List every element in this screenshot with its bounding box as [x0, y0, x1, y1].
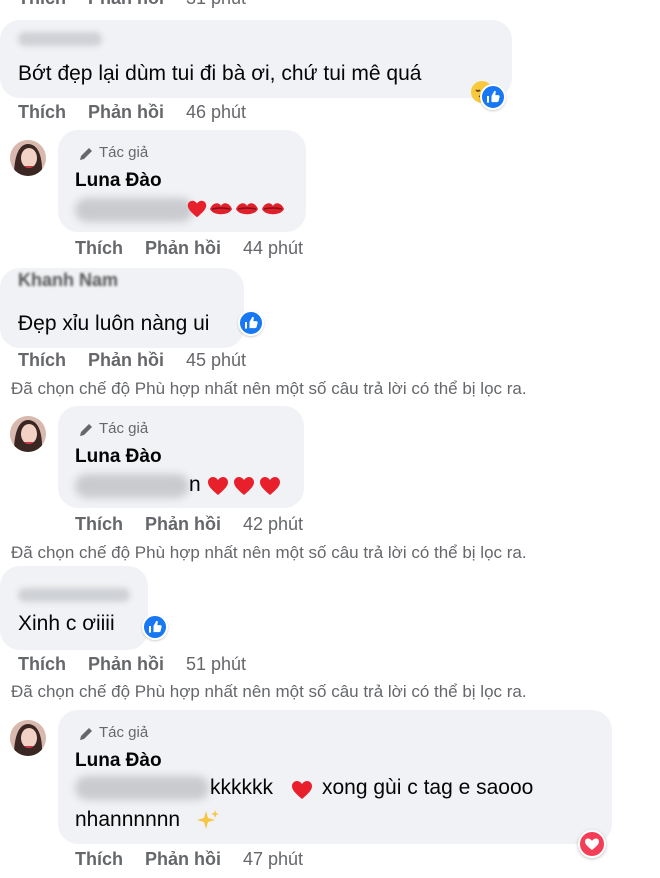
comment-bubble: Khanh Nam Đẹp xỉu luôn nàng ui: [0, 268, 244, 348]
heart-emoji: [260, 477, 280, 495]
comment-actions: Thích Phản hồi 45 phút: [18, 350, 268, 371]
heart-emoji: [234, 477, 254, 495]
pencil-icon: [80, 728, 92, 740]
comment-text: Xinh c ơiiii: [18, 612, 115, 635]
like-reaction-icon[interactable]: [480, 84, 506, 110]
heart-emoji: [208, 477, 228, 495]
comment-actions: Thích Phản hồi 51 phút: [18, 654, 268, 675]
like-action[interactable]: Thích: [18, 102, 66, 122]
filter-notice: Đã chọn chế độ Phù hợp nhất nên một số c…: [11, 543, 527, 562]
reply-text: xong gùi c tag e saooo: [322, 776, 534, 799]
reply-action[interactable]: Phản hồi: [88, 0, 164, 8]
reply-text: kkkkkk: [210, 776, 273, 799]
like-reaction-icon[interactable]: [142, 614, 168, 640]
reply-bubble: Tác giả Luna Đào kkkkkk xong gùi c tag e…: [58, 710, 612, 844]
reply-action[interactable]: Phản hồi: [145, 514, 221, 534]
blurred-mention: [75, 776, 209, 800]
comment-bubble: Bớt đẹp lại dùm tui đi bà ơi, chứ tui mê…: [0, 20, 512, 103]
pencil-icon: [80, 424, 92, 436]
kiss-mark-emoji: [262, 203, 284, 215]
blurred-commenter-name: [18, 588, 130, 602]
love-reaction-icon[interactable]: [578, 830, 606, 858]
reply-bubble: Tác giả Luna Đào: [58, 130, 306, 232]
reply-action[interactable]: Phản hồi: [88, 102, 164, 122]
author-avatar[interactable]: [10, 416, 46, 452]
like-reaction-icon[interactable]: [238, 310, 264, 336]
reply-text: n: [189, 473, 201, 496]
timestamp: 42 phút: [243, 514, 304, 534]
author-badge: Tác giả: [99, 144, 149, 161]
author-name[interactable]: Luna Đào: [75, 446, 162, 468]
sparkles-emoji: [197, 810, 219, 829]
timestamp: 51 phút: [186, 654, 247, 674]
blurred-commenter-name: [18, 32, 102, 46]
comment-actions: Thích Phản hồi 46 phút: [18, 102, 268, 123]
timestamp: 45 phút: [186, 350, 247, 370]
author-badge: Tác giả: [99, 420, 149, 437]
timestamp: 31 phút: [186, 0, 246, 8]
filter-notice: Đã chọn chế độ Phù hợp nhất nên một số c…: [11, 379, 527, 398]
reply-text: nhannnnnn: [75, 808, 181, 831]
comment-text: Đẹp xỉu luôn nàng ui: [18, 312, 210, 335]
heart-emoji: [187, 200, 207, 218]
like-action[interactable]: Thích: [18, 350, 66, 370]
author-name[interactable]: Luna Đào: [75, 750, 162, 772]
timestamp: 47 phút: [243, 849, 304, 869]
top-partial-actions: Thích Phản hồi 31 phút: [18, 0, 268, 9]
author-badge: Tác giả: [99, 724, 149, 741]
like-action[interactable]: Thích: [75, 238, 123, 258]
blurred-mention: [75, 474, 189, 498]
heart-emoji: [292, 781, 312, 799]
timestamp: 44 phút: [243, 238, 304, 258]
reply-actions: Thích Phản hồi 44 phút: [75, 238, 325, 259]
blurred-mention: [75, 198, 193, 222]
author-name[interactable]: Luna Đào: [75, 170, 162, 192]
like-action[interactable]: Thích: [18, 0, 66, 8]
partial-commenter-name: Khanh Nam: [18, 270, 119, 290]
reply-action[interactable]: Phản hồi: [145, 238, 221, 258]
reply-actions: Thích Phản hồi 42 phút: [75, 514, 325, 535]
kiss-mark-emoji: [210, 203, 232, 215]
reply-action[interactable]: Phản hồi: [88, 654, 164, 674]
like-action[interactable]: Thích: [75, 849, 123, 869]
timestamp: 46 phút: [186, 102, 247, 122]
comment-bubble: Xinh c ơiiii: [0, 566, 148, 650]
filter-notice: Đã chọn chế độ Phù hợp nhất nên một số c…: [11, 682, 527, 701]
like-action[interactable]: Thích: [18, 654, 66, 674]
like-action[interactable]: Thích: [75, 514, 123, 534]
author-avatar[interactable]: [10, 140, 46, 176]
comment-text: Bớt đẹp lại dùm tui đi bà ơi, chứ tui mê…: [18, 62, 422, 85]
reply-actions: Thích Phản hồi 47 phút: [75, 849, 325, 870]
reply-action[interactable]: Phản hồi: [88, 350, 164, 370]
reply-bubble: Tác giả Luna Đào n: [58, 406, 304, 508]
kiss-mark-emoji: [236, 203, 258, 215]
pencil-icon: [80, 148, 92, 160]
author-avatar[interactable]: [10, 720, 46, 756]
reply-action[interactable]: Phản hồi: [145, 849, 221, 869]
